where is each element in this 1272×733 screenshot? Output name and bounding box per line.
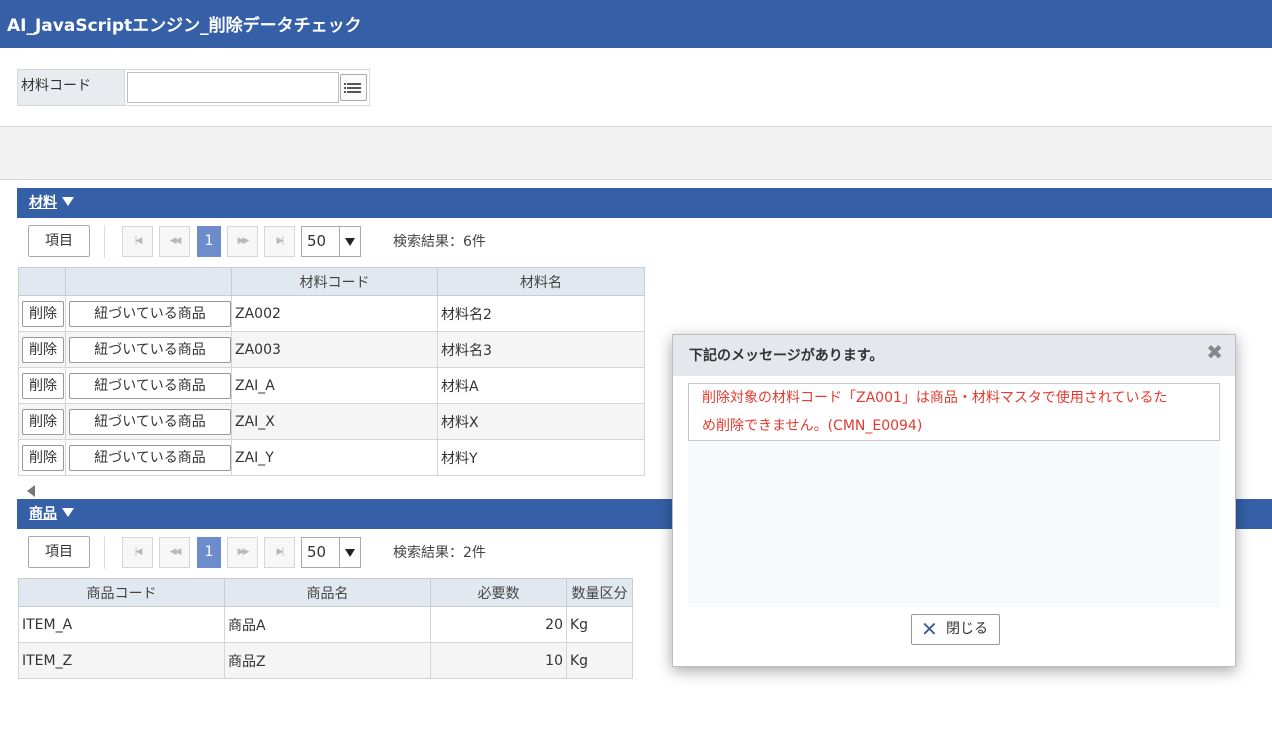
per-page-select[interactable]: 50 [301,226,361,257]
linked-products-button[interactable]: 紐づいている商品 [69,444,231,471]
qty-unit-cell: Kg [566,642,633,679]
materials-section-title[interactable]: 材料 [29,195,57,211]
col-header-product-name: 商品名 [224,578,431,607]
material-name-cell: 材料名2 [437,295,645,332]
materials-item-button[interactable]: 項目 [28,225,90,257]
material-code-cell: ZA002 [231,295,438,332]
error-message-line: め削除できません。(CMN_E0094) [702,418,923,434]
materials-section-header[interactable]: 材料 [17,188,1272,218]
linked-products-button[interactable]: 紐づいている商品 [69,336,231,363]
scroll-left-icon[interactable] [27,485,35,497]
chevron-down-icon[interactable] [339,227,360,256]
material-name-cell: 材料X [437,403,645,440]
search-form: 材料コード [17,69,370,106]
error-message-line: 削除対象の材料コード「ZA001」は商品・材料マスタで使用されているた [702,390,1168,406]
button-bar [0,126,1272,180]
table-row: 削除 紐づいている商品 ZA002 材料名2 [18,295,645,332]
linked-products-button[interactable]: 紐づいている商品 [69,300,231,327]
chevron-down-icon[interactable] [339,538,360,567]
material-name-cell: 材料A [437,367,645,404]
prev-page-icon[interactable]: ◀◀ [159,537,190,568]
close-button[interactable]: ✕ 閉じる [911,614,1000,645]
close-icon[interactable]: ✖ [1206,340,1223,364]
materials-table: 材料コード 材料名 削除 紐づいている商品 ZA002 材料名2 削除 紐づいて… [18,267,645,476]
material-code-cell: ZAI_X [231,403,438,440]
required-qty-cell: 20 [430,606,567,643]
product-name-cell: 商品Z [224,642,431,679]
table-row: ITEM_A 商品A 20 Kg [18,606,633,643]
material-code-cell: ZA003 [231,331,438,368]
col-header-qty-unit: 数量区分 [566,578,633,607]
dialog-body: 削除対象の材料コード「ZA001」は商品・材料マスタで使用されているた め削除で… [688,383,1220,607]
linked-products-button[interactable]: 紐づいている商品 [69,408,231,435]
materials-result-count: 検索結果：6件 [393,234,486,250]
material-name-cell: 材料名3 [437,331,645,368]
material-code-label: 材料コード [18,70,125,105]
current-page[interactable]: 1 [197,537,221,568]
close-x-icon: ✕ [921,617,938,641]
col-header-material-name: 材料名 [437,267,645,296]
col-header-linked [65,267,232,296]
delete-button[interactable]: 削除 [22,444,64,471]
next-page-icon[interactable]: ▶▶ [227,537,258,568]
table-row: 削除 紐づいている商品 ZA003 材料名3 [18,331,645,368]
collapse-triangle-icon[interactable] [62,507,74,517]
required-qty-cell: 10 [430,642,567,679]
col-header-material-code: 材料コード [231,267,438,296]
dialog-title: 下記のメッセージがあります。 [673,335,1235,376]
material-code-input[interactable] [127,72,339,103]
product-code-cell: ITEM_Z [18,642,225,679]
toolbar-divider [104,536,105,569]
table-row: 削除 紐づいている商品 ZAI_X 材料X [18,403,645,440]
materials-toolbar: 項目 |◀ ◀◀ 1 ▶▶ ▶| 50 検索結果：6件 [28,225,628,259]
linked-products-button[interactable]: 紐づいている商品 [69,372,231,399]
per-page-value: 50 [307,232,327,250]
material-name-cell: 材料Y [437,439,645,476]
first-page-icon[interactable]: |◀ [122,537,153,568]
delete-button[interactable]: 削除 [22,408,64,435]
table-row: ITEM_Z 商品Z 10 Kg [18,642,633,679]
close-button-label: 閉じる [946,621,988,637]
col-header-product-code: 商品コード [18,578,225,607]
first-page-icon[interactable]: |◀ [122,226,153,257]
last-page-icon[interactable]: ▶| [264,537,295,568]
collapse-triangle-icon[interactable] [62,196,74,206]
col-header-required-qty: 必要数 [430,578,567,607]
last-page-icon[interactable]: ▶| [264,226,295,257]
per-page-select[interactable]: 50 [301,537,361,568]
products-item-button[interactable]: 項目 [28,536,90,568]
products-result-count: 検索結果：2件 [393,545,486,561]
col-header-delete [18,267,66,296]
current-page[interactable]: 1 [197,226,221,257]
table-row: 削除 紐づいている商品 ZAI_Y 材料Y [18,439,645,476]
product-code-cell: ITEM_A [18,606,225,643]
list-icon[interactable] [340,74,367,101]
products-table: 商品コード 商品名 必要数 数量区分 ITEM_A 商品A 20 Kg ITEM… [18,578,633,679]
per-page-value: 50 [307,543,327,561]
app-title: AI_JavaScriptエンジン_削除データチェック [0,0,1272,48]
delete-button[interactable]: 削除 [22,372,64,399]
material-code-cell: ZAI_Y [231,439,438,476]
message-dialog: 下記のメッセージがあります。 ✖ 削除対象の材料コード「ZA001」は商品・材料… [672,334,1236,667]
products-section-title[interactable]: 商品 [29,506,57,522]
products-toolbar: 項目 |◀ ◀◀ 1 ▶▶ ▶| 50 検索結果：2件 [28,536,628,570]
prev-page-icon[interactable]: ◀◀ [159,226,190,257]
delete-button[interactable]: 削除 [22,300,64,327]
toolbar-divider [104,225,105,258]
error-message: 削除対象の材料コード「ZA001」は商品・材料マスタで使用されているた め削除で… [688,383,1220,441]
qty-unit-cell: Kg [566,606,633,643]
delete-button[interactable]: 削除 [22,336,64,363]
next-page-icon[interactable]: ▶▶ [227,226,258,257]
material-code-cell: ZAI_A [231,367,438,404]
product-name-cell: 商品A [224,606,431,643]
table-row: 削除 紐づいている商品 ZAI_A 材料A [18,367,645,404]
